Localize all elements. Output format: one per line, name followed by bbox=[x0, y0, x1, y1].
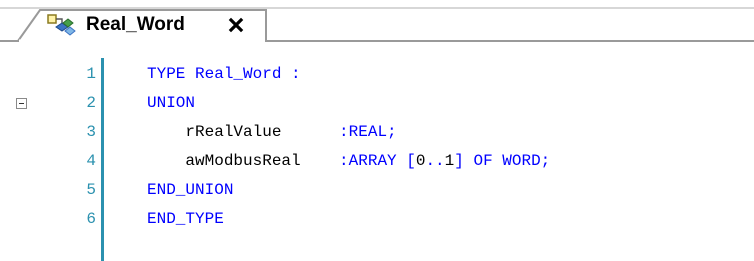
code-text: UNION bbox=[147, 91, 195, 115]
code-line[interactable]: 2 UNION bbox=[0, 90, 754, 119]
editor-tab-strip: Real_Word bbox=[0, 0, 754, 42]
code-text: END_TYPE bbox=[147, 207, 224, 231]
code-text: awModbusReal :ARRAY [0..1] OF WORD; bbox=[147, 149, 550, 173]
tab-title: Real_Word bbox=[86, 14, 185, 35]
code-line[interactable]: 5 END_UNION bbox=[0, 177, 754, 206]
code-token: ] OF WORD; bbox=[454, 152, 551, 170]
code-line[interactable]: 4 awModbusReal :ARRAY [0..1] OF WORD; bbox=[0, 148, 754, 177]
code-line[interactable]: 6 END_TYPE bbox=[0, 206, 754, 235]
code-token: Real_Word : bbox=[195, 65, 301, 83]
code-token: END_TYPE bbox=[147, 210, 224, 228]
code-token: .. bbox=[425, 152, 445, 170]
code-text: END_UNION bbox=[147, 178, 233, 202]
code-token: TYPE bbox=[147, 65, 196, 83]
collapse-icon[interactable] bbox=[16, 98, 27, 109]
line-number: 3 bbox=[86, 123, 96, 141]
code-token: 1 bbox=[444, 152, 455, 170]
code-text: rRealValue :REAL; bbox=[147, 120, 397, 144]
line-number: 5 bbox=[86, 181, 96, 199]
code-token: 0 bbox=[415, 152, 426, 170]
code-line[interactable]: 3 rRealValue :REAL; bbox=[0, 119, 754, 148]
line-number: 6 bbox=[86, 210, 96, 228]
code-token: UNION bbox=[147, 94, 196, 112]
code-token: END_UNION bbox=[147, 181, 234, 199]
code-text: TYPE Real_Word : bbox=[147, 62, 301, 86]
line-number: 4 bbox=[86, 152, 96, 170]
code-token: awModbusReal bbox=[147, 152, 301, 170]
code-token: rRealValue bbox=[147, 123, 282, 141]
code-token: :REAL; bbox=[281, 123, 397, 141]
dut-type-icon bbox=[47, 14, 76, 36]
close-icon[interactable] bbox=[224, 13, 250, 37]
line-number: 2 bbox=[86, 94, 96, 112]
code-line[interactable]: 1 TYPE Real_Word : bbox=[0, 61, 754, 90]
code-token: :ARRAY [ bbox=[300, 152, 416, 170]
code-editor[interactable]: 1 TYPE Real_Word : 2 UNION 3 rRealValue :REA… bbox=[0, 58, 754, 261]
line-number: 1 bbox=[86, 65, 96, 83]
